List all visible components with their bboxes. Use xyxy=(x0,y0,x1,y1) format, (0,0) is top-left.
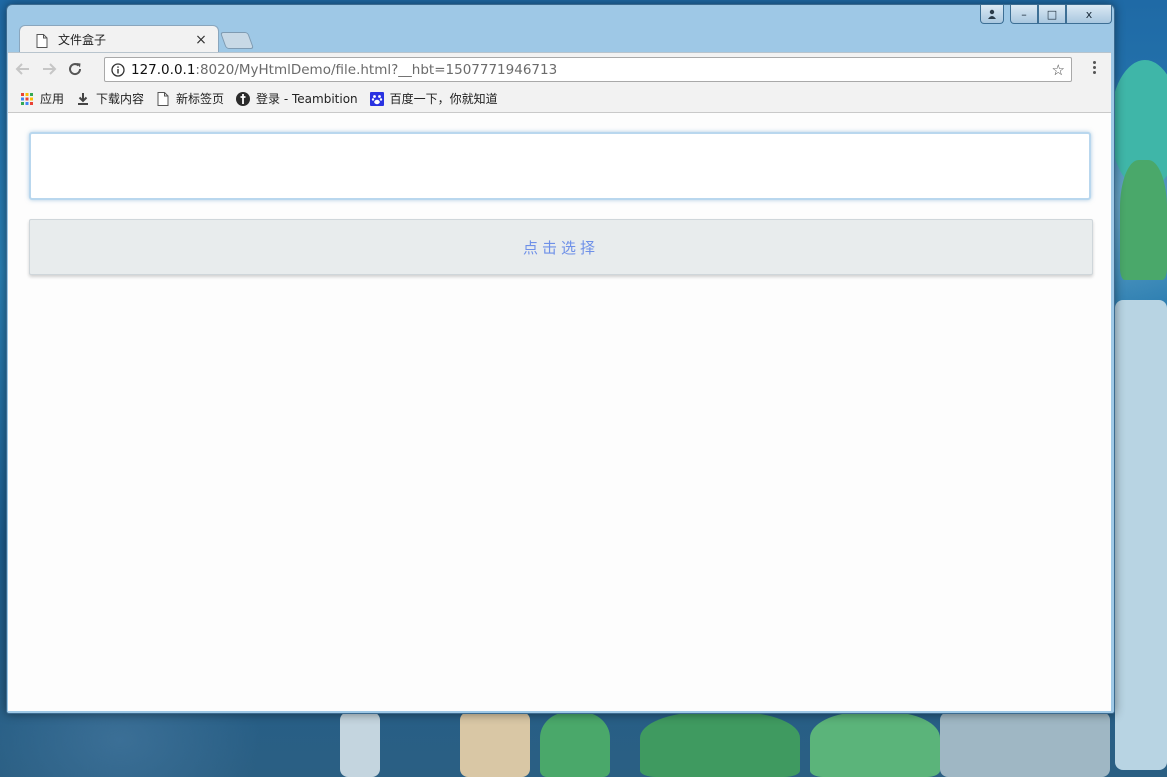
bookmark-star-icon[interactable]: ☆ xyxy=(1052,61,1065,79)
bookmark-apps[interactable]: 应用 xyxy=(20,90,64,107)
document-icon xyxy=(36,33,50,48)
reload-icon xyxy=(69,63,82,76)
info-icon[interactable] xyxy=(111,62,125,77)
wallpaper-shape xyxy=(1120,160,1167,280)
wallpaper-shape xyxy=(940,712,1110,777)
bookmark-label: 下载内容 xyxy=(96,92,145,106)
bookmark-baidu[interactable]: 百度一下，你就知道 xyxy=(369,90,498,107)
browser-window: – □ x 文件盒子 × 127.0.0.1:8020/MyHtmlDemo/f… xyxy=(6,4,1115,714)
bookmark-label: 百度一下，你就知道 xyxy=(389,92,498,106)
forward-arrow-icon xyxy=(43,63,57,75)
tab-active[interactable]: 文件盒子 × xyxy=(19,25,219,53)
file-name-input[interactable] xyxy=(29,132,1091,200)
document-icon xyxy=(157,91,169,106)
bookmark-label: 应用 xyxy=(40,92,65,106)
wallpaper-shape xyxy=(460,712,530,777)
baidu-paw-icon xyxy=(369,91,384,106)
select-file-button[interactable]: 点击选择 xyxy=(29,219,1093,275)
bookmark-label: 新标签页 xyxy=(176,92,225,106)
back-arrow-icon xyxy=(15,63,29,75)
bookmark-new-tab[interactable]: 新标签页 xyxy=(156,90,224,107)
teambition-icon xyxy=(236,91,251,106)
bookmark-teambition[interactable]: 登录 - Teambition xyxy=(236,90,358,107)
wallpaper-shape xyxy=(1115,300,1167,770)
wallpaper-shape xyxy=(540,712,610,777)
bookmarks-bar: 应用 下载内容 新标签页 登录 - Teambition 百度一下，你就知道 xyxy=(8,85,1111,113)
wallpaper-shape xyxy=(640,712,800,777)
page-content: 点击选择 xyxy=(8,113,1111,711)
tab-title: 文件盒子 xyxy=(58,33,107,47)
apps-grid-icon xyxy=(21,92,33,105)
back-button[interactable] xyxy=(12,58,34,80)
tab-close-button[interactable]: × xyxy=(194,32,208,48)
bookmark-downloads[interactable]: 下载内容 xyxy=(76,90,144,107)
wallpaper-shape xyxy=(810,712,940,777)
tab-strip: 文件盒子 × xyxy=(7,5,1114,53)
new-tab-button[interactable] xyxy=(219,32,255,49)
url-host: 127.0.0.1 xyxy=(131,61,196,78)
download-icon xyxy=(78,92,89,105)
browser-toolbar: 127.0.0.1:8020/MyHtmlDemo/file.html?__hb… xyxy=(8,52,1111,85)
bookmark-label: 登录 - Teambition xyxy=(256,92,358,106)
url-path: :8020/MyHtmlDemo/file.html?__hbt=1507771… xyxy=(195,61,558,78)
wallpaper-shape xyxy=(340,712,380,777)
address-bar[interactable]: 127.0.0.1:8020/MyHtmlDemo/file.html?__hb… xyxy=(104,57,1072,82)
forward-button[interactable] xyxy=(38,58,60,80)
more-vert-icon[interactable] xyxy=(1093,61,1097,76)
url-text: 127.0.0.1:8020/MyHtmlDemo/file.html?__hb… xyxy=(131,62,557,78)
reload-button[interactable] xyxy=(64,58,86,80)
